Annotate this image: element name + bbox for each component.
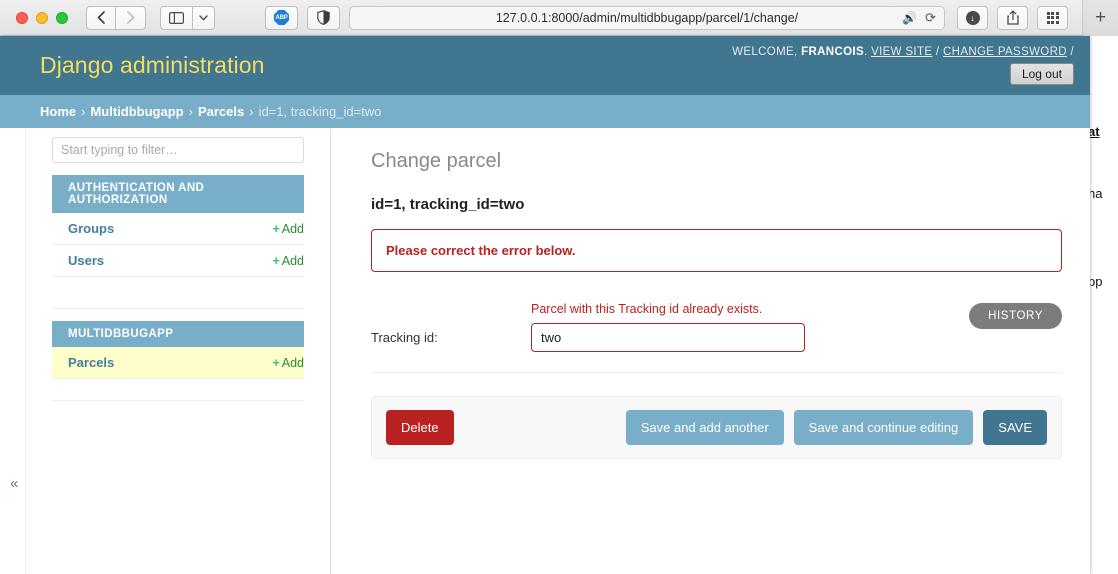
app-block-auth: AUTHENTICATION AND AUTHORIZATION Groups … xyxy=(26,175,330,309)
add-parcels-link[interactable]: + Add xyxy=(272,356,304,370)
tab-grid-icon xyxy=(1046,11,1059,24)
save-and-add-another-button[interactable]: Save and add another xyxy=(625,410,784,445)
abp-icon: ABP xyxy=(274,10,289,25)
background-text-fragment-3: pp xyxy=(1088,274,1103,289)
extension-buttons: ABP xyxy=(265,5,340,30)
nav-filter-input[interactable] xyxy=(52,137,304,163)
address-bar[interactable]: 127.0.0.1:8000/admin/multidbbugapp/parce… xyxy=(349,5,945,30)
sidebar-controls xyxy=(160,5,215,30)
maximize-window-button[interactable] xyxy=(56,11,68,24)
breadcrumb-current: id=1, tracking_id=two xyxy=(258,104,382,119)
url-text: 127.0.0.1:8000/admin/multidbbugapp/parce… xyxy=(495,10,799,25)
address-bar-icons: 🔊 ⟳ xyxy=(902,10,936,26)
plus-icon: + xyxy=(272,355,280,370)
new-tab-button[interactable]: + xyxy=(1082,0,1118,36)
user-tools-separator-1: / xyxy=(932,46,944,58)
model-link-users[interactable]: Users xyxy=(68,253,104,268)
reload-icon[interactable]: ⟳ xyxy=(925,10,936,26)
username-label: FRANCOIS xyxy=(801,46,864,58)
add-users-label: Add xyxy=(281,253,304,268)
sidebar-dropdown-button[interactable] xyxy=(193,5,215,30)
object-name: id=1, tracking_id=two xyxy=(371,196,525,213)
navigation-buttons xyxy=(86,5,146,30)
breadcrumb-home[interactable]: Home xyxy=(40,104,76,119)
add-groups-label: Add xyxy=(281,221,304,236)
breadcrumb-separator-1: › xyxy=(81,104,86,119)
shield-icon xyxy=(317,10,330,25)
nav-filter-wrapper xyxy=(26,137,330,163)
add-users-link[interactable]: + Add xyxy=(272,254,304,268)
breadcrumb-model[interactable]: Parcels xyxy=(198,104,244,119)
app-caption-multidbbugapp[interactable]: MULTIDBBUGAPP xyxy=(52,321,304,347)
background-text-fragment-2: ha xyxy=(1088,186,1103,201)
view-site-link[interactable]: VIEW SITE xyxy=(871,46,932,58)
tab-overview-button[interactable] xyxy=(1037,5,1068,30)
tracking-id-label: Tracking id: xyxy=(371,330,438,345)
user-tools: WELCOME, FRANCOIS. VIEW SITE / CHANGE PA… xyxy=(732,46,1074,85)
plus-icon: + xyxy=(272,221,280,236)
sidebar-panel-icon xyxy=(169,11,184,24)
logout-button[interactable]: Log out xyxy=(1009,63,1074,85)
sidebar-gutter: « xyxy=(0,128,26,574)
page-title: Change parcel xyxy=(371,150,502,172)
chevron-left-icon xyxy=(97,11,105,24)
breadcrumb-separator-2: › xyxy=(188,104,193,119)
save-button[interactable]: SAVE xyxy=(983,410,1047,445)
model-link-groups[interactable]: Groups xyxy=(68,221,114,236)
tracking-id-input[interactable] xyxy=(531,323,805,352)
share-button[interactable] xyxy=(997,5,1028,30)
breadcrumb-separator-3: › xyxy=(249,104,254,119)
breadcrumb-app[interactable]: Multidbbugapp xyxy=(90,104,183,119)
app-block-multidbbugapp: MULTIDBBUGAPP Parcels + Add xyxy=(26,321,330,401)
change-password-link[interactable]: CHANGE PASSWORD xyxy=(943,46,1067,58)
back-button[interactable] xyxy=(86,5,116,30)
chevron-down-icon xyxy=(199,14,208,21)
sidebar-item-users[interactable]: Users + Add xyxy=(52,245,304,277)
sidebar-spacer-row xyxy=(52,277,304,309)
site-header: Django administration WELCOME, FRANCOIS.… xyxy=(0,36,1090,95)
sidebar-toggle-button[interactable] xyxy=(160,5,193,30)
object-tools: HISTORY xyxy=(969,303,1062,329)
sidebar-item-parcels[interactable]: Parcels + Add xyxy=(52,347,304,379)
privacy-report-button[interactable] xyxy=(307,5,340,30)
add-parcels-label: Add xyxy=(281,355,304,370)
history-button[interactable]: HISTORY xyxy=(969,303,1062,329)
share-icon xyxy=(1006,10,1019,25)
app-caption-auth[interactable]: AUTHENTICATION AND AUTHORIZATION xyxy=(52,175,304,213)
user-tools-separator-2: / xyxy=(1066,46,1074,58)
delete-button[interactable]: Delete xyxy=(386,410,454,445)
save-and-continue-button[interactable]: Save and continue editing xyxy=(793,410,974,445)
nav-sidebar: AUTHENTICATION AND AUTHORIZATION Groups … xyxy=(26,128,331,574)
toolbar-right-buttons: ↓ xyxy=(957,5,1068,30)
window-traffic-lights xyxy=(0,11,68,24)
minimize-window-button[interactable] xyxy=(36,11,48,24)
plus-icon: + xyxy=(272,253,280,268)
forward-button[interactable] xyxy=(116,5,146,30)
form-row-tracking-id: Tracking id: Parcel with this Tracking i… xyxy=(371,300,1062,352)
breadcrumb: Home › Multidbbugapp › Parcels › id=1, t… xyxy=(0,95,1090,128)
model-link-parcels[interactable]: Parcels xyxy=(68,355,114,370)
downloads-button[interactable]: ↓ xyxy=(957,5,988,30)
speaker-icon[interactable]: 🔊 xyxy=(902,11,917,25)
form-error-banner: Please correct the error below. xyxy=(371,229,1062,272)
welcome-text: WELCOME, xyxy=(732,46,802,58)
browser-toolbar: ABP 127.0.0.1:8000/admin/multidbbugapp/p… xyxy=(0,0,1118,36)
main-content: HISTORY Change parcel id=1, tracking_id=… xyxy=(331,128,1090,574)
django-admin-window: Django administration WELCOME, FRANCOIS.… xyxy=(0,36,1090,574)
chevron-right-icon xyxy=(126,11,135,24)
collapse-sidebar-toggle[interactable]: « xyxy=(10,475,18,492)
download-icon: ↓ xyxy=(965,10,980,25)
adblock-plus-button[interactable]: ABP xyxy=(265,5,298,30)
background-window[interactable]: at ha pp xyxy=(1088,36,1118,574)
sidebar-item-groups[interactable]: Groups + Add xyxy=(52,213,304,245)
fieldset: Tracking id: Parcel with this Tracking i… xyxy=(371,300,1062,373)
submit-row: Delete Save and add another Save and con… xyxy=(371,396,1062,459)
sidebar-tail-row xyxy=(52,379,304,401)
add-groups-link[interactable]: + Add xyxy=(272,222,304,236)
close-window-button[interactable] xyxy=(16,11,28,24)
admin-body: « AUTHENTICATION AND AUTHORIZATION Group… xyxy=(0,128,1090,574)
welcome-period: . xyxy=(863,46,868,58)
site-branding[interactable]: Django administration xyxy=(0,52,265,79)
